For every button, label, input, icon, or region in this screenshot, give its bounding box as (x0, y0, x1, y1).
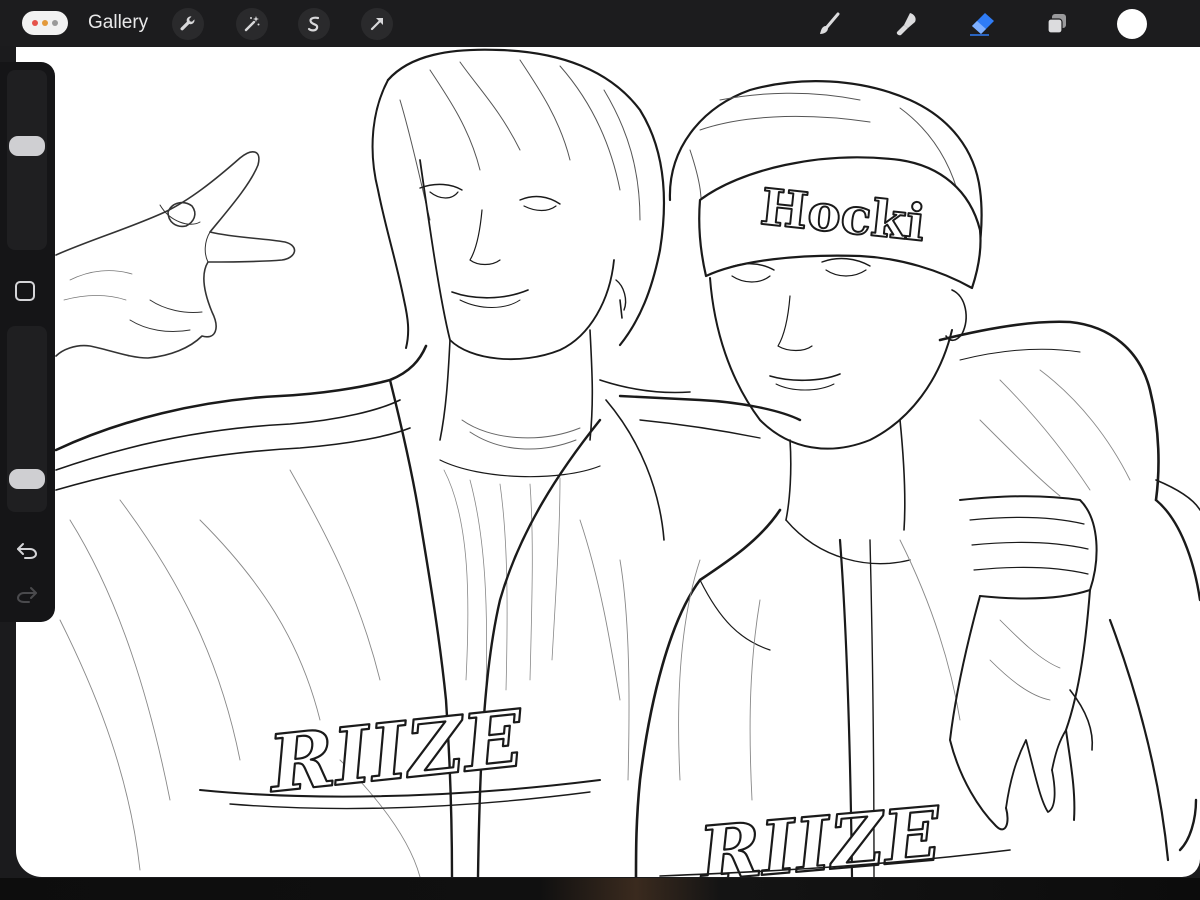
sketch-left-head (371, 48, 666, 361)
color-circle-icon[interactable] (1116, 8, 1148, 40)
ellipsis-icon-dot-red (32, 20, 38, 26)
ellipsis-icon-dot-orange (42, 20, 48, 26)
square-modifier-icon[interactable] (15, 281, 35, 301)
jacket-logo-left: RIIZE (263, 693, 529, 810)
side-bar (0, 62, 55, 622)
sketch-jacket-logos: RIIZE RIIZE (199, 692, 1011, 877)
selection-s-icon[interactable] (298, 8, 330, 40)
sketch-peace-hand (55, 151, 296, 359)
opacity-slider[interactable] (7, 326, 47, 512)
top-toolbar: Gallery (0, 0, 1200, 46)
bottom-edge-strip (0, 878, 1200, 900)
sketch-left-neck (439, 329, 601, 691)
sketch-right-head: Hocki (668, 80, 983, 450)
wrench-icon[interactable] (172, 8, 204, 40)
eraser-icon[interactable] (966, 8, 998, 40)
brush-size-thumb[interactable] (9, 135, 45, 156)
procreate-screen: Hocki RIIZE RIIZE Gallery (0, 0, 1200, 900)
transform-arrow-icon[interactable] (361, 8, 393, 40)
redo-arrow-icon[interactable] (12, 582, 42, 608)
layers-icon[interactable] (1041, 8, 1073, 40)
gallery-button[interactable]: Gallery (88, 12, 148, 34)
brush-size-slider[interactable] (7, 70, 47, 250)
sketch-left-jacket (54, 344, 802, 877)
sketch-draped-arm (938, 320, 1200, 862)
smudge-icon[interactable] (890, 8, 922, 40)
jacket-logo-right: RIIZE (694, 791, 945, 877)
magic-wand-icon[interactable] (236, 8, 268, 40)
brush-icon[interactable] (814, 8, 846, 40)
actions-menu-button[interactable] (22, 11, 68, 35)
drawing-canvas[interactable]: Hocki RIIZE RIIZE (16, 47, 1200, 877)
undo-arrow-icon[interactable] (12, 538, 42, 564)
opacity-thumb[interactable] (9, 468, 45, 489)
ellipsis-icon-dot-gray (52, 20, 58, 26)
